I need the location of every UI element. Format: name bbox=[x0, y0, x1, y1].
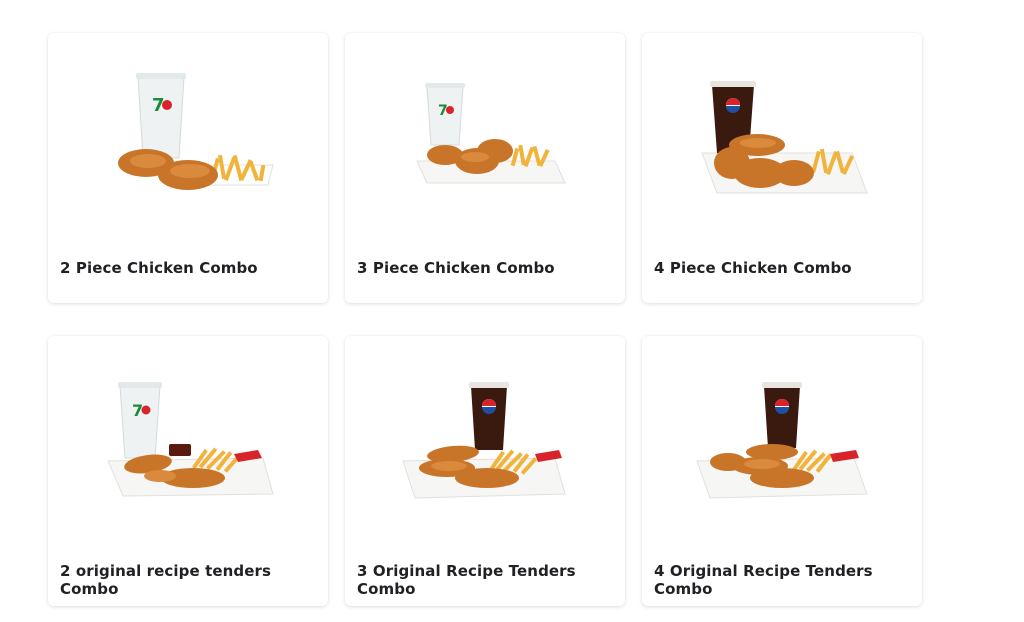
dipping-sauce-icon bbox=[169, 444, 191, 456]
product-image: 7 bbox=[107, 382, 274, 497]
pepsi-cup-icon bbox=[762, 382, 802, 448]
fries-icon bbox=[207, 154, 274, 186]
product-card-4-original-recipe-tenders-combo[interactable]: 4 Original Recipe Tenders Combo bbox=[642, 336, 922, 606]
product-card-4-piece-chicken-combo[interactable]: 4 Piece Chicken Combo bbox=[642, 33, 922, 303]
product-image bbox=[696, 382, 868, 499]
7up-cup-icon: 7 bbox=[118, 382, 162, 459]
product-image bbox=[701, 81, 868, 194]
pepsi-cup-icon bbox=[469, 382, 509, 450]
product-card-3-original-recipe-tenders-combo[interactable]: 3 Original Recipe Tenders Combo bbox=[345, 336, 625, 606]
product-title: 4 Piece Chicken Combo bbox=[654, 259, 852, 277]
product-title: 4 Original Recipe Tenders Combo bbox=[654, 562, 873, 598]
product-card-2-original-recipe-tenders-combo[interactable]: 7 2 original recipe tenders Combo bbox=[48, 336, 328, 606]
product-title: 2 original recipe tenders Combo bbox=[60, 562, 272, 598]
product-card-2-piece-chicken-combo[interactable]: 7 2 Piece Chicken Combo bbox=[48, 33, 328, 303]
7up-cup-icon: 7 bbox=[425, 83, 465, 146]
7up-cup-icon: 7 bbox=[136, 73, 186, 159]
product-card-3-piece-chicken-combo[interactable]: 7 3 Piece Chicken Combo bbox=[345, 33, 625, 303]
product-grid: 7 2 Piece Chicken Combo 7 3 Piece Chicke… bbox=[48, 33, 922, 606]
product-title: 3 Piece Chicken Combo bbox=[357, 259, 555, 277]
product-title: 3 Original Recipe Tenders Combo bbox=[357, 562, 576, 598]
product-image: 7 bbox=[118, 73, 274, 190]
product-image: 7 bbox=[416, 83, 566, 184]
product-title: 2 Piece Chicken Combo bbox=[60, 259, 258, 277]
svg-text:7: 7 bbox=[132, 401, 143, 420]
fried-chicken-icon bbox=[118, 149, 218, 190]
product-image bbox=[402, 382, 566, 499]
